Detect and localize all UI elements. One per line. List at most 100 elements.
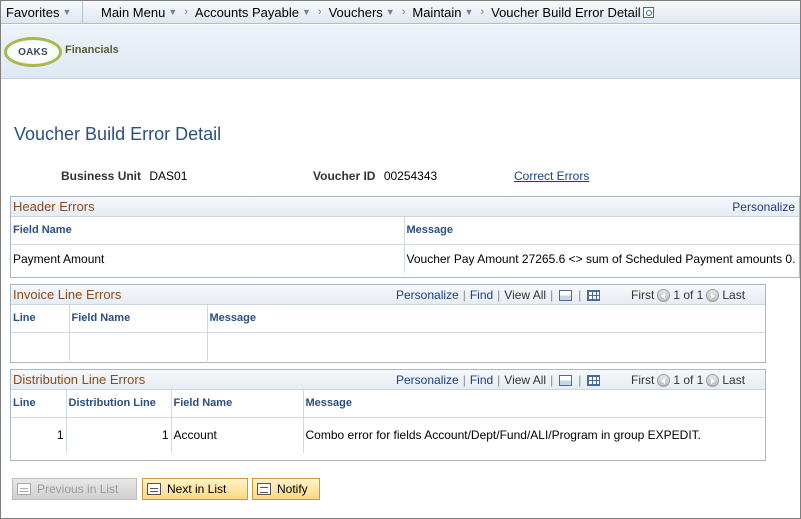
header-errors-header: Header Errors Personalize [11, 197, 799, 217]
crumb-label: Vouchers [328, 4, 383, 20]
crumb-vouchers[interactable]: Vouchers ▼ [329, 5, 395, 20]
download-grid-icon[interactable] [587, 374, 601, 386]
crumb-main-menu[interactable]: Main Menu ▼ [101, 5, 177, 20]
favorites-label: Favorites [6, 4, 60, 20]
product-name: Financials [65, 44, 119, 56]
correct-errors-link[interactable]: Correct Errors [514, 169, 589, 183]
business-unit-field: Business Unit DAS01 [61, 169, 187, 183]
column-header-message[interactable]: Message [404, 217, 799, 245]
logo-text: OAKS [18, 46, 48, 58]
button-label: Notify [277, 482, 308, 496]
next-in-list-button[interactable]: Next in List [142, 478, 248, 500]
voucher-id-value: 00254343 [383, 169, 438, 183]
distribution-pager: First 1 of 1 Last [631, 373, 745, 387]
column-header-field-name[interactable]: Field Name [11, 217, 405, 245]
invoice-view-all-link[interactable]: View All [504, 288, 546, 302]
business-unit-value: DAS01 [149, 169, 188, 183]
correct-errors-container: Correct Errors [514, 169, 589, 183]
top-nav-bar: Favorites ▼ Main Menu ▼ › Accounts Payab… [1, 0, 800, 24]
distribution-line-errors-header: Distribution Line Errors Personalize | F… [11, 370, 765, 390]
invoice-line-errors-header: Invoice Line Errors Personalize | Find |… [11, 285, 765, 305]
invoice-find-link[interactable]: Find [470, 288, 493, 302]
header-errors-grid: Header Errors Personalize Field Name Mes… [10, 196, 800, 278]
separator: | [578, 373, 582, 387]
invoice-first-label[interactable]: First [631, 288, 654, 302]
chevron-down-icon: ▼ [385, 7, 395, 17]
column-header-message[interactable]: Message [207, 305, 765, 333]
download-grid-icon[interactable] [587, 289, 601, 301]
breadcrumb-separator-icon: › [480, 6, 485, 18]
notify-icon [257, 483, 271, 495]
header-errors-table: Field Name Message Payment Amount Vouche… [11, 217, 799, 273]
table-header-row: Line Distribution Line Field Name Messag… [11, 390, 765, 418]
page-title: Voucher Build Error Detail [14, 124, 222, 144]
cell-message: Voucher Pay Amount 27265.6 <> sum of Sch… [406, 251, 796, 266]
favorites-menu[interactable]: Favorites ▼ [1, 0, 83, 24]
search-icon[interactable] [642, 6, 654, 18]
previous-in-list-button[interactable]: Previous in List [12, 478, 137, 500]
button-label: Next in List [167, 482, 227, 496]
invoice-personalize-link[interactable]: Personalize [396, 288, 459, 302]
column-header-message[interactable]: Message [303, 390, 765, 418]
cell-line [11, 332, 70, 361]
column-header-distribution-line[interactable]: Distribution Line [66, 390, 172, 418]
previous-row-icon[interactable] [657, 373, 671, 387]
new-window-icon[interactable] [559, 289, 573, 301]
new-window-icon[interactable] [559, 374, 573, 386]
chevron-down-icon: ▼ [62, 7, 72, 17]
distribution-first-label[interactable]: First [631, 373, 654, 387]
business-unit-label: Business Unit [61, 169, 142, 183]
chevron-down-icon: ▼ [301, 7, 311, 17]
table-row: 1 1 Account Combo error for fields Accou… [11, 417, 765, 453]
column-header-field-name[interactable]: Field Name [69, 305, 208, 333]
button-label: Previous in List [37, 482, 119, 496]
previous-list-icon [17, 483, 31, 495]
distribution-line-errors-tools: Personalize | Find | View All | | [396, 373, 602, 387]
table-header-row: Line Field Name Message [11, 305, 765, 333]
table-header-row: Field Name Message [11, 217, 799, 245]
notify-button[interactable]: Notify [252, 478, 320, 500]
next-row-icon[interactable] [706, 288, 720, 302]
oaks-logo: OAKS [4, 37, 62, 67]
column-header-field-name[interactable]: Field Name [171, 390, 304, 418]
chevron-down-icon: ▼ [168, 7, 178, 17]
crumb-maintain[interactable]: Maintain ▼ [412, 5, 473, 20]
distribution-line-errors-table: Line Distribution Line Field Name Messag… [11, 390, 765, 453]
distribution-view-all-link[interactable]: View All [504, 373, 546, 387]
crumb-label: Main Menu [101, 4, 166, 20]
breadcrumb-separator-icon: › [184, 6, 188, 18]
distribution-last-label[interactable]: Last [722, 373, 745, 387]
column-header-line[interactable]: Line [11, 390, 67, 418]
invoice-pager: First 1 of 1 Last [631, 288, 745, 302]
cell-message [207, 332, 765, 361]
cell-field-name: Account [171, 417, 304, 453]
table-row [11, 332, 765, 361]
column-header-line[interactable]: Line [11, 305, 70, 333]
breadcrumb: Main Menu ▼ › Accounts Payable ▼ › Vouch… [83, 5, 654, 20]
banner: OAKS Financials [1, 25, 800, 79]
crumb-current-page: Voucher Build Error Detail [491, 5, 654, 20]
separator: | [497, 288, 501, 302]
voucher-id-label: Voucher ID [313, 169, 376, 183]
distribution-line-errors-grid: Distribution Line Errors Personalize | F… [10, 369, 766, 461]
separator: | [550, 373, 554, 387]
cell-field-name: Payment Amount [11, 244, 405, 273]
cell-line: 1 [11, 417, 67, 453]
separator: | [550, 288, 554, 302]
crumb-accounts-payable[interactable]: Accounts Payable ▼ [195, 5, 311, 20]
previous-row-icon[interactable] [657, 288, 671, 302]
distribution-pager-count: 1 of 1 [673, 373, 704, 387]
chevron-down-icon: ▼ [464, 7, 474, 17]
invoice-line-errors-grid: Invoice Line Errors Personalize | Find |… [10, 284, 766, 363]
separator: | [462, 288, 466, 302]
crumb-label: Maintain [412, 4, 462, 20]
separator: | [578, 288, 582, 302]
table-row: Payment Amount Voucher Pay Amount 27265.… [11, 244, 799, 273]
breadcrumb-separator-icon: › [317, 6, 322, 18]
distribution-personalize-link[interactable]: Personalize [396, 373, 459, 387]
distribution-find-link[interactable]: Find [470, 373, 493, 387]
header-errors-personalize-link[interactable]: Personalize [732, 200, 795, 214]
invoice-last-label[interactable]: Last [722, 288, 745, 302]
next-row-icon[interactable] [706, 373, 720, 387]
cell-distribution-line: 1 [66, 417, 172, 453]
